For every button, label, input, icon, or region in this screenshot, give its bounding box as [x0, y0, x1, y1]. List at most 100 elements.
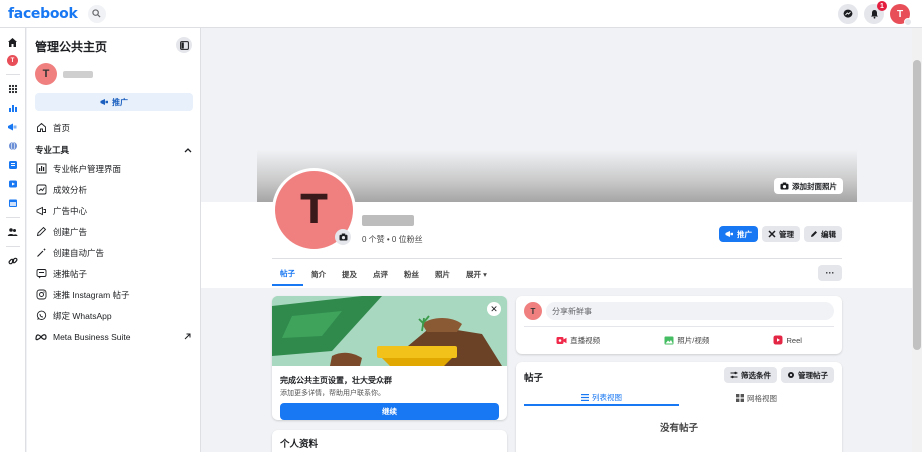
megaphone-icon[interactable]: [7, 121, 19, 133]
sliders-icon: [730, 371, 738, 379]
composer-avatar[interactable]: T: [524, 302, 542, 320]
account-avatar-letter: T: [896, 8, 904, 20]
filter-label: 筛选条件: [741, 370, 771, 380]
live-video-button[interactable]: 直播视频: [556, 335, 600, 346]
edit-button[interactable]: 编辑: [804, 226, 842, 242]
tab-list-view[interactable]: 列表视图: [524, 390, 679, 406]
profile-actions: 推广 管理 编辑: [719, 226, 842, 242]
calendar-icon[interactable]: [7, 197, 19, 209]
home-icon[interactable]: [7, 36, 19, 48]
tab-1[interactable]: 简介: [303, 262, 334, 286]
posts-title: 帖子: [524, 373, 544, 384]
magic-wand-icon: [35, 247, 47, 259]
sidebar-item-label: Meta Business Suite: [53, 331, 131, 342]
manage-button[interactable]: 管理: [762, 226, 800, 242]
people-icon[interactable]: [7, 226, 19, 238]
scrollbar-thumb[interactable]: [913, 60, 921, 350]
sidebar-item-label: 速推帖子: [53, 268, 88, 279]
tab-6[interactable]: 展开 ▾: [458, 262, 495, 286]
setup-card-title: 完成公共主页设置，壮大受众群: [280, 376, 392, 385]
video-icon[interactable]: [7, 178, 19, 190]
add-cover-photo-button[interactable]: 添加封面照片: [774, 178, 843, 194]
search-icon: [92, 9, 101, 18]
reel-button[interactable]: Reel: [773, 335, 802, 345]
professional-tools-section[interactable]: 专业工具: [35, 142, 192, 158]
sidebar-item-home[interactable]: 首页: [35, 117, 192, 138]
tab-3[interactable]: 点评: [365, 262, 396, 286]
messenger-icon: [843, 9, 853, 18]
link-icon[interactable]: [7, 255, 19, 267]
page-switcher[interactable]: T: [35, 63, 192, 85]
left-rail: T: [0, 28, 26, 452]
posts-view-tabs: 列表视图 网格视图: [524, 390, 834, 406]
manage-page-sidebar: 管理公共主页 T 推广 首页 专业工具 专业帐户管理界面 成效分析 广告中心 创建广告…: [27, 28, 201, 452]
sidebar-item-insights[interactable]: 成效分析: [35, 179, 192, 200]
pages-icon[interactable]: [7, 159, 19, 171]
update-profile-picture-button[interactable]: [335, 229, 351, 245]
sidebar-item-dashboard[interactable]: 专业帐户管理界面: [35, 158, 192, 179]
sidebar-item-instagram[interactable]: 速推 Instagram 帖子: [35, 284, 192, 305]
facebook-logo[interactable]: facebook: [8, 6, 78, 22]
camera-icon: [339, 233, 347, 241]
tab-2[interactable]: 提及: [334, 262, 365, 286]
edit-label: 编辑: [821, 229, 836, 239]
sidebar-item-label: 速推 Instagram 帖子: [53, 289, 130, 300]
gear-icon: [788, 372, 794, 378]
live-video-icon: [556, 336, 567, 344]
reel-label: Reel: [786, 335, 802, 345]
setup-illustration: ✕: [272, 296, 507, 366]
search-button[interactable]: [87, 4, 106, 23]
insights-icon[interactable]: [7, 102, 19, 114]
sidebar-item-magic-wand[interactable]: 创建自动广告: [35, 242, 192, 263]
chevron-up-icon: [184, 148, 192, 153]
page-scrollbar[interactable]: [912, 28, 922, 452]
sidebar-promote-button[interactable]: 推广: [35, 93, 193, 111]
manage-posts-button[interactable]: 管理帖子: [781, 367, 834, 383]
setup-card-subtitle: 添加更多详情，帮助用户联系你。: [280, 390, 385, 397]
grid-menu-icon[interactable]: [7, 83, 19, 95]
top-bar: facebook 1 T: [0, 0, 922, 28]
megaphone-icon: [100, 99, 108, 105]
sidebar-item-label: 广告中心: [53, 205, 88, 216]
collapse-sidebar-button[interactable]: [176, 37, 192, 53]
tools-icon: [768, 230, 776, 238]
globe-icon[interactable]: [7, 140, 19, 152]
tab-4[interactable]: 粉丝: [396, 262, 427, 286]
tab-5[interactable]: 照片: [427, 262, 458, 286]
likes-followers-count[interactable]: 0 个赞 • 0 位粉丝: [362, 234, 423, 245]
list-icon: [581, 393, 589, 401]
account-avatar[interactable]: T: [890, 4, 912, 26]
rail-divider: [5, 246, 20, 247]
section-label: 专业工具: [35, 145, 70, 155]
promote-button[interactable]: 推广: [719, 226, 758, 242]
sidebar-item-meta[interactable]: Meta Business Suite: [35, 326, 192, 347]
page-avatar: T: [35, 63, 57, 85]
add-cover-photo-label: 添加封面照片: [792, 181, 837, 191]
sidebar-item-whatsapp[interactable]: 绑定 WhatsApp: [35, 305, 192, 326]
composer-divider: [524, 326, 834, 327]
close-setup-card-button[interactable]: ✕: [487, 302, 501, 316]
notifications-button[interactable]: 1: [864, 1, 887, 24]
sidebar-item-label: 绑定 WhatsApp: [53, 310, 112, 321]
continue-button[interactable]: 继续: [280, 403, 499, 420]
rail-page-avatar[interactable]: T: [7, 55, 18, 66]
more-options-button[interactable]: ···: [818, 265, 842, 281]
tab-0[interactable]: 帖子: [272, 262, 303, 286]
compose-post-input[interactable]: 分享新鲜事: [546, 302, 834, 320]
tab-grid-view[interactable]: 网格视图: [679, 390, 834, 406]
posts-card: 帖子 筛选条件 管理帖子 列表视图 网格视图 没有帖子: [516, 362, 842, 452]
manage-label: 管理: [779, 229, 794, 239]
photo-icon: [664, 336, 674, 344]
sidebar-item-pencil[interactable]: 创建广告: [35, 221, 192, 242]
manage-posts-label: 管理帖子: [798, 370, 828, 380]
filter-button[interactable]: 筛选条件: [724, 367, 777, 383]
sidebar-item-megaphone[interactable]: 广告中心: [35, 200, 192, 221]
no-posts-message: 没有帖子: [659, 423, 698, 434]
rail-divider: [5, 217, 20, 218]
pencil-icon: [35, 226, 47, 238]
photo-video-button[interactable]: 照片/视频: [664, 335, 709, 346]
page-name-redacted: [362, 215, 414, 226]
grid-icon: [736, 394, 744, 402]
sidebar-item-boost-post[interactable]: 速推帖子: [35, 263, 192, 284]
messenger-button[interactable]: [838, 4, 858, 24]
